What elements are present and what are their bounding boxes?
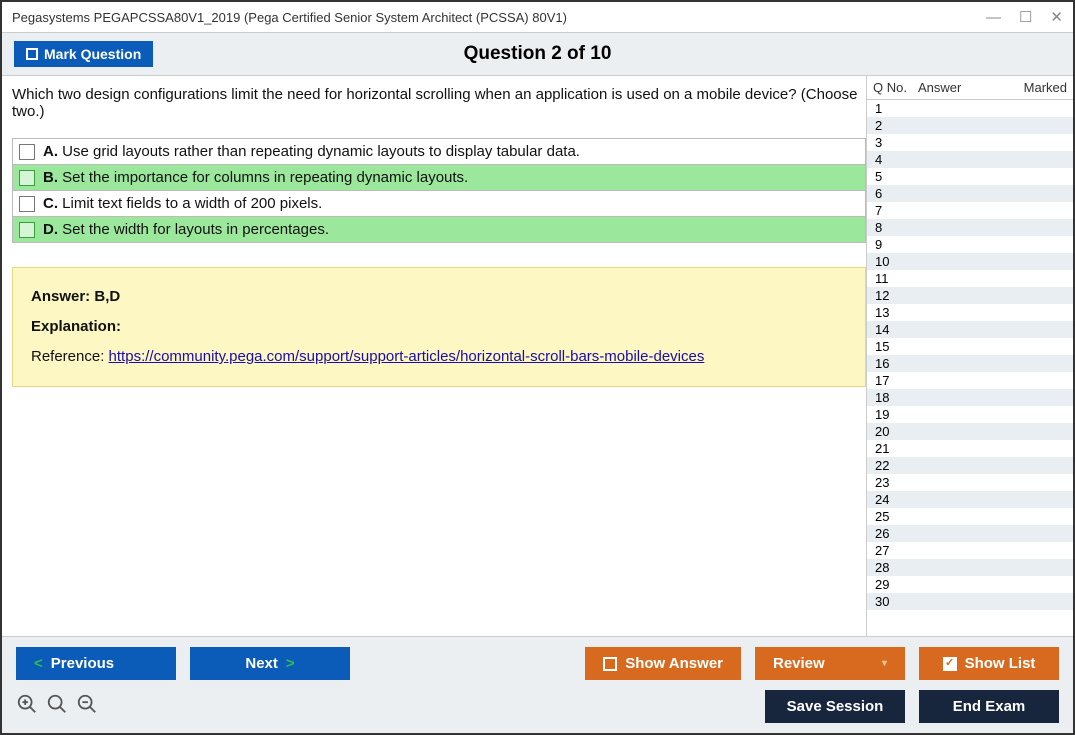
question-counter: Question 2 of 10 xyxy=(464,43,612,65)
app-window: Pegasystems PEGAPCSSA80V1_2019 (Pega Cer… xyxy=(0,0,1075,735)
answer-explanation-box: Answer: B,D Explanation: Reference: http… xyxy=(12,267,866,387)
option-row[interactable]: C. Limit text fields to a width of 200 p… xyxy=(13,190,865,216)
question-list-row[interactable]: 10 xyxy=(867,253,1073,270)
col-qno: Q No. xyxy=(873,80,918,95)
option-text: C. Limit text fields to a width of 200 p… xyxy=(43,195,322,212)
question-text: Which two design configurations limit th… xyxy=(12,86,866,120)
option-row[interactable]: B. Set the importance for columns in rep… xyxy=(13,164,865,190)
question-list-row[interactable]: 4 xyxy=(867,151,1073,168)
zoom-controls xyxy=(16,693,98,721)
chevron-left-icon: < xyxy=(34,655,43,672)
titlebar: Pegasystems PEGAPCSSA80V1_2019 (Pega Cer… xyxy=(2,2,1073,32)
show-answer-label: Show Answer xyxy=(625,655,723,672)
question-list-row[interactable]: 27 xyxy=(867,542,1073,559)
mark-question-label: Mark Question xyxy=(44,46,141,62)
col-marked: Marked xyxy=(1012,80,1067,95)
footer-row-2: Save Session End Exam xyxy=(16,690,1059,723)
question-list-row[interactable]: 19 xyxy=(867,406,1073,423)
option-row[interactable]: D. Set the width for layouts in percenta… xyxy=(13,216,865,242)
next-label: Next xyxy=(245,655,278,672)
question-list-row[interactable]: 26 xyxy=(867,525,1073,542)
question-list-row[interactable]: 21 xyxy=(867,440,1073,457)
question-list-header: Q No. Answer Marked xyxy=(867,76,1073,100)
show-answer-checkbox-icon xyxy=(603,657,617,671)
show-list-label: Show List xyxy=(965,655,1036,672)
question-list-row[interactable]: 20 xyxy=(867,423,1073,440)
question-list-row[interactable]: 2 xyxy=(867,117,1073,134)
question-list-row[interactable]: 29 xyxy=(867,576,1073,593)
end-exam-label: End Exam xyxy=(953,698,1026,715)
reference-line: Reference: https://community.pega.com/su… xyxy=(31,342,847,372)
question-list-row[interactable]: 12 xyxy=(867,287,1073,304)
question-list-row[interactable]: 5 xyxy=(867,168,1073,185)
save-session-label: Save Session xyxy=(787,698,884,715)
question-list-row[interactable]: 17 xyxy=(867,372,1073,389)
question-list-row[interactable]: 1 xyxy=(867,100,1073,117)
next-button[interactable]: Next > xyxy=(190,647,350,680)
mark-checkbox-icon xyxy=(26,48,38,60)
chevron-right-icon: > xyxy=(286,655,295,672)
main-area: Which two design configurations limit th… xyxy=(2,76,866,636)
option-checkbox[interactable] xyxy=(19,222,35,238)
chevron-down-icon: ▾ xyxy=(882,658,887,669)
body: Which two design configurations limit th… xyxy=(2,76,1073,636)
end-exam-button[interactable]: End Exam xyxy=(919,690,1059,723)
reference-link[interactable]: https://community.pega.com/support/suppo… xyxy=(109,348,705,365)
question-list-row[interactable]: 13 xyxy=(867,304,1073,321)
footer: < Previous Next > Show Answer Review ▾ ✓… xyxy=(2,636,1073,733)
show-list-button[interactable]: ✓ Show List xyxy=(919,647,1059,680)
close-icon[interactable]: ✕ xyxy=(1050,8,1063,26)
review-button[interactable]: Review ▾ xyxy=(755,647,905,680)
show-answer-button[interactable]: Show Answer xyxy=(585,647,741,680)
question-list-row[interactable]: 16 xyxy=(867,355,1073,372)
previous-button[interactable]: < Previous xyxy=(16,647,176,680)
maximize-icon[interactable]: ☐ xyxy=(1019,8,1032,26)
question-list-row[interactable]: 6 xyxy=(867,185,1073,202)
option-checkbox[interactable] xyxy=(19,196,35,212)
zoom-out-icon[interactable] xyxy=(76,693,98,721)
previous-label: Previous xyxy=(51,655,114,672)
explanation-label: Explanation: xyxy=(31,312,847,342)
question-list-row[interactable]: 25 xyxy=(867,508,1073,525)
option-text: D. Set the width for layouts in percenta… xyxy=(43,221,329,238)
window-title: Pegasystems PEGAPCSSA80V1_2019 (Pega Cer… xyxy=(12,10,567,25)
save-session-button[interactable]: Save Session xyxy=(765,690,905,723)
question-list-row[interactable]: 28 xyxy=(867,559,1073,576)
question-list-row[interactable]: 7 xyxy=(867,202,1073,219)
option-row[interactable]: A. Use grid layouts rather than repeatin… xyxy=(13,139,865,164)
question-list-row[interactable]: 23 xyxy=(867,474,1073,491)
question-list-row[interactable]: 18 xyxy=(867,389,1073,406)
minimize-icon[interactable]: — xyxy=(986,9,1001,26)
question-list-row[interactable]: 30 xyxy=(867,593,1073,610)
question-list-row[interactable]: 11 xyxy=(867,270,1073,287)
col-answer: Answer xyxy=(918,80,1012,95)
question-list-row[interactable]: 3 xyxy=(867,134,1073,151)
zoom-reset-icon[interactable] xyxy=(46,693,68,721)
mark-question-button[interactable]: Mark Question xyxy=(14,41,153,67)
zoom-in-icon[interactable] xyxy=(16,693,38,721)
question-list-row[interactable]: 24 xyxy=(867,491,1073,508)
question-list-row[interactable]: 14 xyxy=(867,321,1073,338)
footer-row-1: < Previous Next > Show Answer Review ▾ ✓… xyxy=(16,647,1059,680)
options-list: A. Use grid layouts rather than repeatin… xyxy=(12,138,866,243)
question-list-body[interactable]: 1234567891011121314151617181920212223242… xyxy=(867,100,1073,636)
window-controls: — ☐ ✕ xyxy=(986,8,1063,26)
show-list-checkbox-icon: ✓ xyxy=(943,657,957,671)
option-checkbox[interactable] xyxy=(19,170,35,186)
question-list-row[interactable]: 9 xyxy=(867,236,1073,253)
question-list-row[interactable]: 8 xyxy=(867,219,1073,236)
answer-line: Answer: B,D xyxy=(31,282,847,312)
review-label: Review xyxy=(773,655,825,672)
question-list-row[interactable]: 15 xyxy=(867,338,1073,355)
question-list-panel: Q No. Answer Marked 12345678910111213141… xyxy=(866,76,1073,636)
question-list-row[interactable]: 22 xyxy=(867,457,1073,474)
option-text: A. Use grid layouts rather than repeatin… xyxy=(43,143,580,160)
header-bar: Mark Question Question 2 of 10 xyxy=(2,32,1073,76)
option-text: B. Set the importance for columns in rep… xyxy=(43,169,468,186)
option-checkbox[interactable] xyxy=(19,144,35,160)
